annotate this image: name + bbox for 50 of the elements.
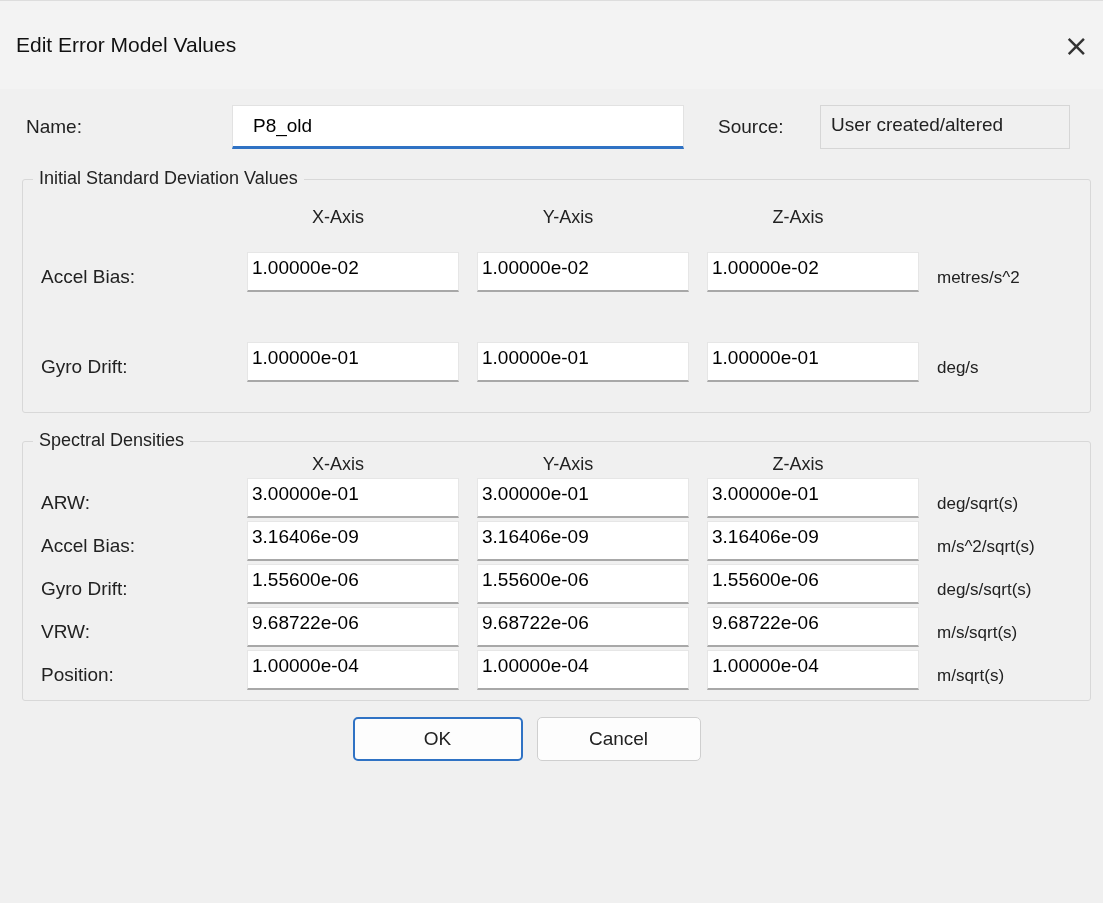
column-header: Y-Axis [541, 206, 595, 228]
name-field[interactable]: P8_old [232, 105, 684, 149]
unit-label: m/s/sqrt(s) [937, 622, 1019, 643]
cancel-button[interactable]: Cancel [536, 717, 701, 761]
value-field[interactable]: 3.16406e-09 [707, 521, 919, 561]
value-field[interactable]: 3.16406e-09 [477, 521, 689, 561]
column-header: Z-Axis [771, 206, 825, 228]
value-field[interactable]: 3.00000e-01 [247, 478, 459, 518]
row-label: ARW: [41, 491, 91, 514]
close-button[interactable]: × [1049, 27, 1103, 63]
row-label: Accel Bias: [41, 265, 136, 288]
value-field[interactable]: 1.00000e-04 [247, 650, 459, 690]
column-header: Z-Axis [771, 454, 825, 475]
value-field[interactable]: 1.00000e-02 [247, 252, 459, 292]
row-label: VRW: [41, 620, 91, 643]
column-header: Y-Axis [541, 454, 595, 475]
value-field[interactable]: 1.00000e-02 [707, 252, 919, 292]
row-label: Accel Bias: [41, 534, 136, 557]
field-label: Source: [718, 116, 785, 138]
value-field[interactable]: 1.55600e-06 [707, 564, 919, 604]
row-label: Gyro Drift: [41, 355, 129, 378]
field-label: Name: [25, 116, 83, 138]
unit-label: m/s^2/sqrt(s) [937, 536, 1036, 557]
value-field[interactable]: 1.00000e-04 [707, 650, 919, 690]
value-field[interactable]: 1.00000e-04 [477, 650, 689, 690]
unit-label: deg/sqrt(s) [937, 493, 1020, 514]
value-field[interactable]: 3.00000e-01 [477, 478, 689, 518]
row-label: Position: [41, 663, 115, 686]
group-title: Spectral Densities [33, 430, 191, 451]
ok-button[interactable]: OK [352, 717, 523, 761]
value-field[interactable]: 1.00000e-02 [477, 252, 689, 292]
value-field[interactable]: 1.00000e-01 [477, 342, 689, 382]
row-label: Gyro Drift: [41, 577, 129, 600]
value-field[interactable]: 9.68722e-06 [477, 607, 689, 647]
unit-label: metres/s^2 [937, 267, 1021, 288]
column-header: X-Axis [311, 454, 365, 475]
value-field[interactable]: 1.55600e-06 [247, 564, 459, 604]
value-field[interactable]: 3.00000e-01 [707, 478, 919, 518]
source-field: User created/altered [820, 105, 1070, 149]
value-field[interactable]: 9.68722e-06 [247, 607, 459, 647]
value-field[interactable]: 1.00000e-01 [247, 342, 459, 382]
value-field[interactable]: 9.68722e-06 [707, 607, 919, 647]
value-field[interactable]: 1.55600e-06 [477, 564, 689, 604]
unit-label: m/sqrt(s) [937, 665, 1006, 686]
value-field[interactable]: 1.00000e-01 [707, 342, 919, 382]
window-title: Edit Error Model Values [16, 33, 237, 57]
value-field[interactable]: 3.16406e-09 [247, 521, 459, 561]
unit-label: deg/s [937, 357, 980, 378]
unit-label: deg/s/sqrt(s) [937, 579, 1033, 600]
column-header: X-Axis [311, 206, 365, 228]
